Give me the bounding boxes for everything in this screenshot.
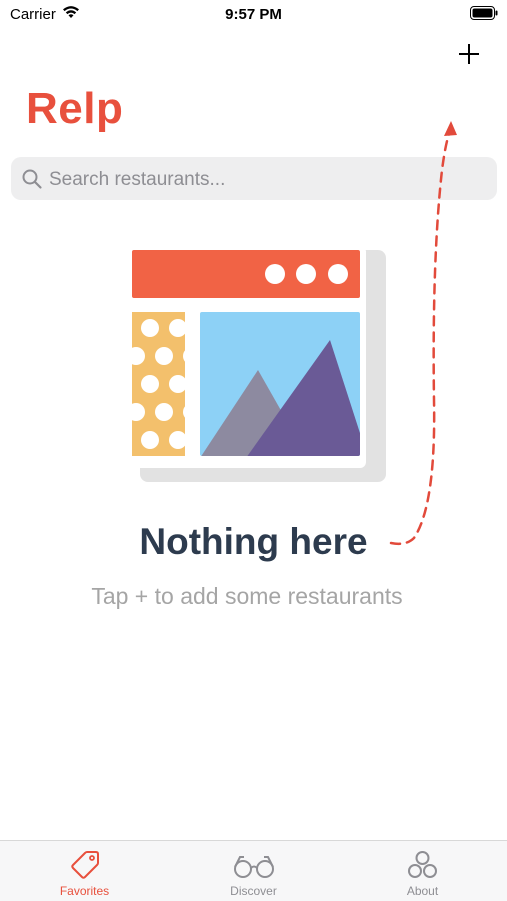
tab-bar: Favorites Discover About [0, 840, 507, 901]
hint-arrow [389, 121, 457, 546]
empty-state-subtitle: Tap + to add some restaurants [91, 583, 403, 609]
tab-favorites-label: Favorites [59, 884, 110, 898]
tab-discover[interactable]: Discover [169, 841, 338, 901]
tab-about[interactable]: About [338, 841, 507, 901]
tag-icon [71, 851, 99, 879]
tab-discover-label: Discover [230, 884, 277, 898]
circles-icon [408, 851, 437, 878]
glasses-icon [234, 856, 274, 878]
empty-state-title: Nothing here [139, 521, 368, 562]
tab-favorites[interactable]: Favorites [0, 841, 169, 901]
tab-about-label: About [406, 884, 439, 898]
